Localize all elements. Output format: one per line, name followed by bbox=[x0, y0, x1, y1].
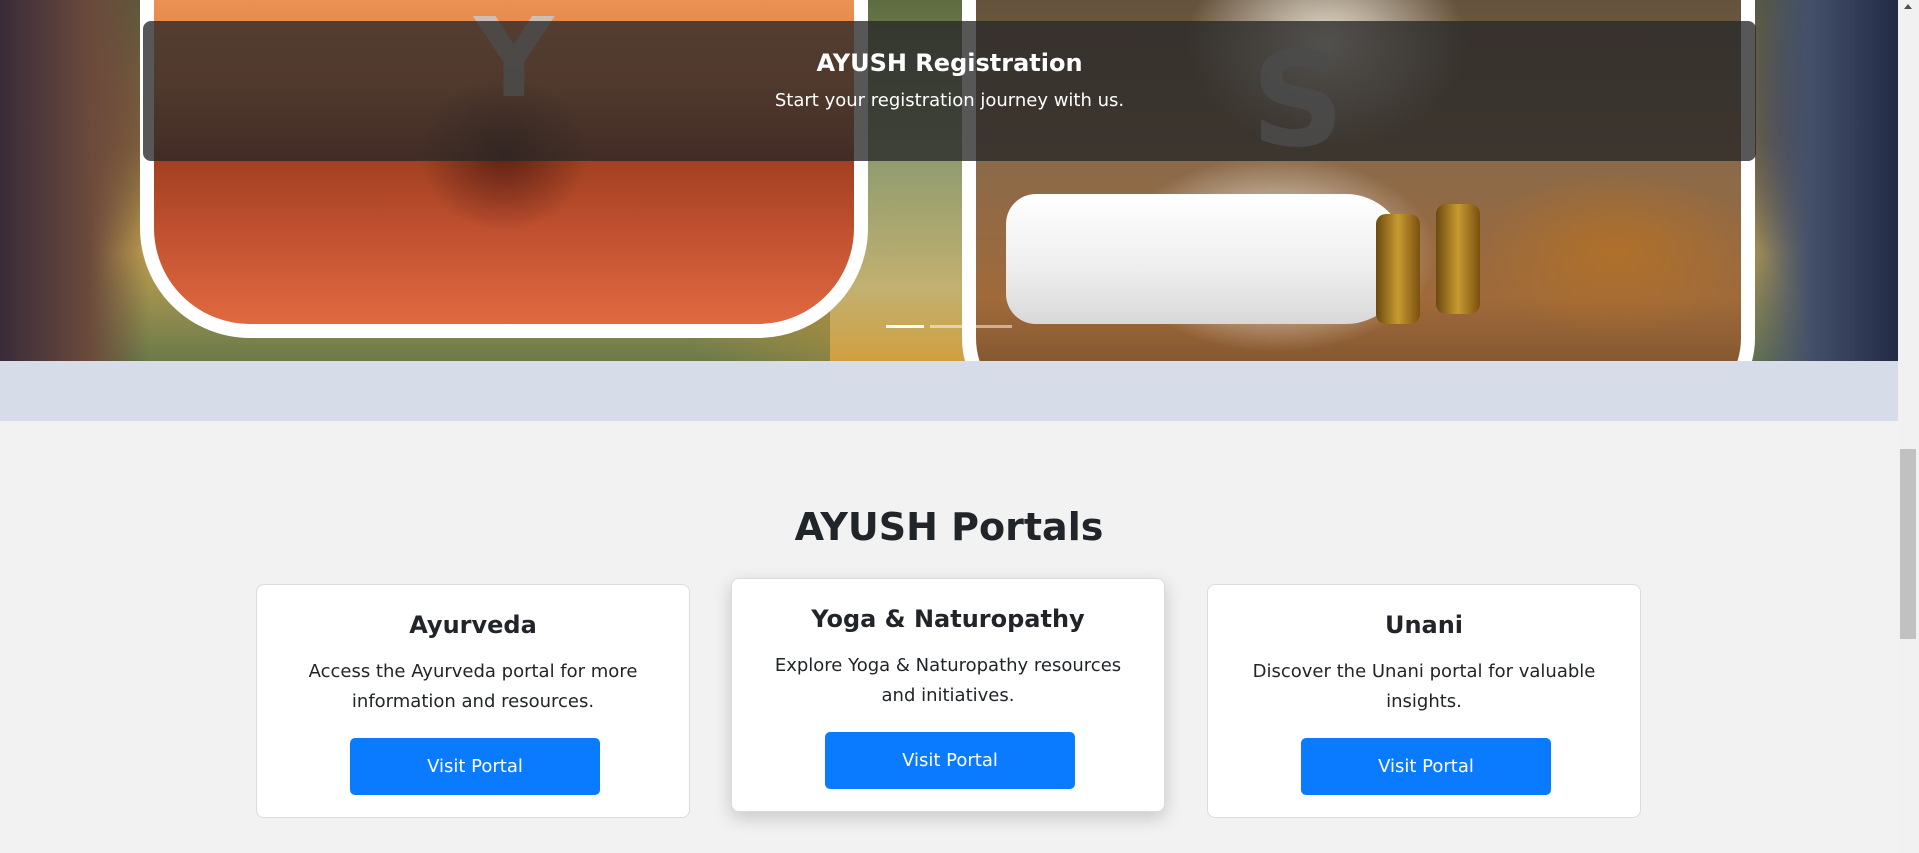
vertical-scrollbar[interactable] bbox=[1898, 0, 1919, 853]
portal-card-ayurveda: Ayurveda Access the Ayurveda portal for … bbox=[256, 584, 690, 818]
hero-background-left bbox=[0, 0, 150, 361]
scroll-up-arrow-icon[interactable] bbox=[1904, 4, 1912, 9]
visit-portal-button-yoga-naturopathy[interactable]: Visit Portal bbox=[825, 732, 1075, 789]
visit-portal-button-unani[interactable]: Visit Portal bbox=[1301, 738, 1551, 795]
card-text: Explore Yoga & Naturopathy resources and… bbox=[774, 655, 1122, 706]
carousel-indicator-2[interactable] bbox=[930, 325, 968, 328]
scrollbar-thumb[interactable] bbox=[1900, 449, 1916, 639]
carousel-caption: AYUSH Registration Start your registrati… bbox=[143, 21, 1756, 161]
towel-graphic bbox=[1006, 194, 1406, 324]
carousel-indicator-1[interactable] bbox=[886, 325, 924, 328]
carousel-indicators bbox=[886, 325, 1012, 329]
portal-card-yoga-naturopathy: Yoga & Naturopathy Explore Yoga & Naturo… bbox=[731, 578, 1165, 812]
portal-card-unani: Unani Discover the Unani portal for valu… bbox=[1207, 584, 1641, 818]
card-text: Discover the Unani portal for valuable i… bbox=[1252, 661, 1596, 712]
oil-bottle-graphic bbox=[1436, 204, 1480, 314]
caption-title: AYUSH Registration bbox=[816, 49, 1083, 77]
card-text: Access the Ayurveda portal for more info… bbox=[308, 661, 638, 712]
hero-bottom-strip bbox=[0, 361, 1898, 421]
card-title: Unani bbox=[1384, 611, 1464, 639]
oil-bottle-graphic bbox=[1376, 214, 1420, 324]
hero-background-right bbox=[1738, 0, 1898, 361]
card-title: Ayurveda bbox=[409, 611, 537, 639]
page: Y S AYUSH Registration Start your regist… bbox=[0, 0, 1898, 853]
carousel-indicator-3[interactable] bbox=[974, 325, 1012, 328]
hero-carousel: Y S AYUSH Registration Start your regist… bbox=[0, 0, 1898, 361]
visit-portal-button-ayurveda[interactable]: Visit Portal bbox=[350, 738, 600, 795]
caption-text: Start your registration journey with us. bbox=[774, 90, 1125, 111]
card-title: Yoga & Naturopathy bbox=[811, 605, 1085, 633]
section-title: AYUSH Portals bbox=[794, 505, 1104, 549]
